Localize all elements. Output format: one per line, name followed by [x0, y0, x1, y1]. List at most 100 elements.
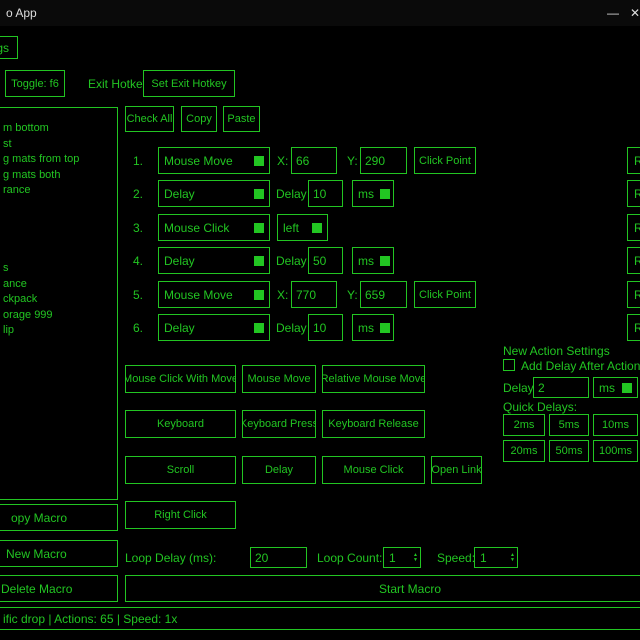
status-text: ific drop | Actions: 65 | Speed: 1x	[0, 612, 177, 626]
action-type-dropdown[interactable]: Delay	[158, 247, 270, 274]
close-button[interactable]: ✕	[622, 0, 640, 26]
add-mouse-click-with-move-button[interactable]: Mouse Click With Move	[125, 365, 236, 393]
spinner-arrows[interactable]: ▲ ▼	[413, 553, 418, 563]
action-type-dropdown[interactable]: Delay	[158, 314, 270, 341]
speed-spinner[interactable]: 1 ▲ ▼	[474, 547, 518, 568]
loop-count-spinner[interactable]: 1 ▲ ▼	[383, 547, 421, 568]
add-delay-button[interactable]: Delay	[242, 456, 316, 484]
start-macro-button[interactable]: Start Macro	[125, 575, 640, 602]
action-row: 3. Mouse Click left R	[120, 214, 640, 241]
remove-action-button[interactable]: R	[627, 214, 640, 241]
add-mouse-click-button[interactable]: Mouse Click	[322, 456, 425, 484]
macro-list-item[interactable]: rance	[3, 184, 31, 196]
delay-label: Delay	[276, 254, 307, 268]
action-type-dropdown[interactable]: Mouse Move	[158, 281, 270, 308]
set-exit-hotkey-button[interactable]: Set Exit Hotkey	[143, 70, 235, 97]
macro-list-item[interactable]: m bottom	[3, 122, 49, 134]
delay-label: Delay	[276, 187, 307, 201]
remove-action-button[interactable]: R	[627, 147, 640, 174]
add-keyboard-press-button[interactable]: Keyboard Press	[242, 410, 316, 438]
remove-action-button[interactable]: R	[627, 247, 640, 274]
add-relative-mouse-move-button[interactable]: Relative Mouse Move	[322, 365, 425, 393]
speed-value: 1	[480, 551, 487, 565]
remove-action-button[interactable]: R	[627, 180, 640, 207]
x-label: X:	[277, 288, 288, 302]
loop-count-label: Loop Count:	[317, 551, 382, 565]
dropdown-indicator-icon	[312, 223, 322, 233]
x-input[interactable]	[291, 281, 337, 308]
spinner-down-icon[interactable]: ▼	[510, 558, 515, 563]
action-row: 5. Mouse Move X: Y: Click Point R	[120, 281, 640, 308]
add-delay-after-action-checkbox[interactable]	[503, 359, 515, 371]
remove-action-button[interactable]: R	[627, 314, 640, 341]
new-action-delay-input[interactable]	[533, 377, 589, 398]
delay-unit-value: ms	[358, 187, 374, 201]
dropdown-indicator-icon	[380, 323, 390, 333]
macro-list-item[interactable]: g mats from top	[3, 153, 79, 165]
remove-action-button[interactable]: R	[627, 281, 640, 308]
macro-list-item[interactable]: st	[3, 138, 12, 150]
add-scroll-button[interactable]: Scroll	[125, 456, 236, 484]
dropdown-indicator-icon	[254, 223, 264, 233]
macro-list[interactable]: m bottom st g mats from top g mats both …	[0, 107, 118, 500]
check-all-button[interactable]: Check All	[125, 106, 174, 132]
delay-input[interactable]	[308, 180, 343, 207]
quick-delay-10ms-button[interactable]: 10ms	[593, 414, 638, 436]
quick-delays-label: Quick Delays:	[503, 400, 577, 414]
delay-unit-value: ms	[358, 321, 374, 335]
spinner-arrows[interactable]: ▲ ▼	[510, 553, 515, 563]
action-number: 6.	[133, 321, 143, 335]
action-type-dropdown[interactable]: Mouse Click	[158, 214, 270, 241]
macro-list-item[interactable]: ckpack	[3, 293, 37, 305]
action-type-dropdown[interactable]: Delay	[158, 180, 270, 207]
menu-settings-tab[interactable]: gs	[0, 36, 18, 59]
new-macro-button[interactable]: New Macro	[0, 540, 118, 567]
window-title: o App	[6, 6, 37, 20]
delay-input[interactable]	[308, 247, 343, 274]
paste-button[interactable]: Paste	[223, 106, 260, 132]
action-type-dropdown[interactable]: Mouse Move	[158, 147, 270, 174]
delay-input[interactable]	[308, 314, 343, 341]
copy-button[interactable]: Copy	[181, 106, 217, 132]
mouse-button-dropdown[interactable]: left	[277, 214, 328, 241]
toggle-hotkey-button[interactable]: Toggle: f6	[5, 70, 65, 97]
delete-macro-button[interactable]: Delete Macro	[0, 575, 118, 602]
x-input[interactable]	[291, 147, 337, 174]
quick-delay-100ms-button[interactable]: 100ms	[593, 440, 638, 462]
action-number: 4.	[133, 254, 143, 268]
macro-list-item[interactable]: ance	[3, 278, 27, 290]
quick-delay-2ms-button[interactable]: 2ms	[503, 414, 545, 436]
add-right-click-button[interactable]: Right Click	[125, 501, 236, 529]
x-label: X:	[277, 154, 288, 168]
macro-list-item[interactable]: g mats both	[3, 169, 60, 181]
action-row: 6. Delay Delay ms R	[120, 314, 640, 341]
action-type-value: Mouse Click	[164, 221, 229, 235]
add-keyboard-release-button[interactable]: Keyboard Release	[322, 410, 425, 438]
quick-delay-5ms-button[interactable]: 5ms	[549, 414, 589, 436]
macro-list-item[interactable]: orage 999	[3, 309, 53, 321]
loop-count-value: 1	[389, 551, 396, 565]
add-delay-after-action-label: Add Delay After Action	[521, 359, 640, 373]
delay-unit-dropdown[interactable]: ms	[352, 180, 394, 207]
dropdown-indicator-icon	[380, 256, 390, 266]
copy-macro-button[interactable]: opy Macro	[0, 504, 118, 531]
spinner-down-icon[interactable]: ▼	[413, 558, 418, 563]
add-open-link-button[interactable]: Open Link	[431, 456, 482, 484]
quick-delay-50ms-button[interactable]: 50ms	[549, 440, 589, 462]
delay-unit-dropdown[interactable]: ms	[352, 314, 394, 341]
macro-list-item[interactable]: s	[3, 262, 9, 274]
new-action-settings-title: New Action Settings	[503, 344, 610, 358]
click-point-button[interactable]: Click Point	[414, 281, 476, 308]
new-action-delay-unit-dropdown[interactable]: ms	[593, 377, 638, 398]
loop-delay-input[interactable]	[250, 547, 307, 568]
loop-delay-label: Loop Delay (ms):	[125, 551, 216, 565]
click-point-button[interactable]: Click Point	[414, 147, 476, 174]
add-keyboard-button[interactable]: Keyboard	[125, 410, 236, 438]
delay-unit-dropdown[interactable]: ms	[352, 247, 394, 274]
add-mouse-move-button[interactable]: Mouse Move	[242, 365, 316, 393]
y-input[interactable]	[360, 147, 407, 174]
action-type-value: Mouse Move	[164, 154, 233, 168]
y-input[interactable]	[360, 281, 407, 308]
macro-list-item[interactable]: lip	[3, 324, 14, 336]
quick-delay-20ms-button[interactable]: 20ms	[503, 440, 545, 462]
